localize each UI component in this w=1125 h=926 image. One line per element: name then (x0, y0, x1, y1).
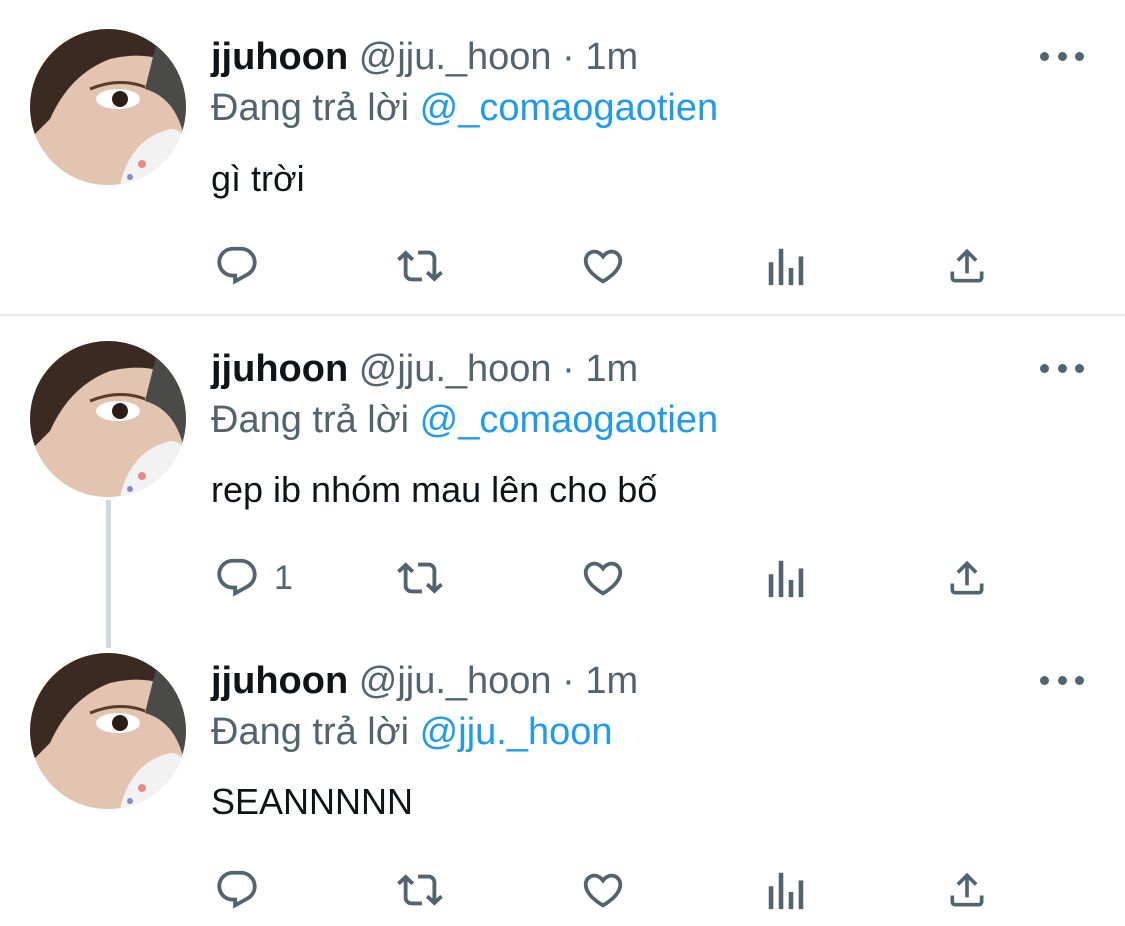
share-button[interactable] (945, 553, 989, 603)
like-button[interactable] (579, 553, 627, 603)
share-icon (950, 248, 984, 283)
more-icon-dot (1075, 363, 1084, 373)
retweet-icon (397, 874, 443, 906)
reply-prefix: Đang trả lời (211, 399, 410, 441)
retweet-icon (397, 250, 443, 282)
more-icon (1040, 363, 1049, 373)
avatar-photo (30, 29, 186, 185)
reply-button[interactable] (214, 865, 274, 915)
tweet-text: rep ib nhóm mau lên cho bố (211, 469, 658, 510)
timestamp[interactable]: 1m (585, 348, 638, 390)
timestamp[interactable]: 1m (585, 36, 638, 78)
tweet-1[interactable]: jjuhoon @jju._hoon · 1m Đang trả lời @_c… (0, 0, 1125, 314)
share-icon (950, 560, 984, 595)
more-options-button[interactable] (1040, 358, 1084, 378)
retweet-button[interactable] (391, 553, 449, 603)
heart-icon (583, 561, 623, 596)
share-button[interactable] (945, 865, 989, 915)
tweet-header: jjuhoon @jju._hoon · 1m (211, 346, 638, 392)
tweet-2[interactable]: jjuhoon @jju._hoon · 1m Đang trả lời @_c… (0, 316, 1125, 646)
timestamp[interactable]: 1m (585, 660, 638, 702)
action-bar: 1 (0, 553, 1125, 603)
thread-connector-line (106, 500, 111, 648)
reply-button[interactable]: 1 (214, 553, 293, 603)
tweet-text: SEANNNNN (211, 781, 414, 822)
avatar[interactable] (30, 653, 186, 809)
avatar[interactable] (30, 341, 186, 497)
reply-context: Đang trả lời @jju._hoon (211, 709, 613, 755)
reply-icon (217, 558, 257, 597)
heart-icon (583, 249, 623, 284)
separator-dot: · (562, 348, 575, 390)
retweet-icon (397, 562, 443, 594)
display-name[interactable]: jjuhoon (211, 660, 348, 702)
avatar[interactable] (30, 29, 186, 185)
reply-context: Đang trả lời @_comaogaotien (211, 397, 718, 443)
like-button[interactable] (579, 865, 627, 915)
more-icon (1040, 675, 1049, 685)
tweet-header: jjuhoon @jju._hoon · 1m (211, 658, 638, 704)
share-button[interactable] (945, 241, 989, 291)
more-options-button[interactable] (1040, 670, 1084, 690)
analytics-button[interactable] (766, 865, 806, 915)
action-bar (0, 865, 1125, 915)
display-name[interactable]: jjuhoon (211, 36, 348, 78)
reply-icon (217, 870, 257, 909)
more-icon-dot (1057, 363, 1067, 373)
reply-prefix: Đang trả lời (211, 711, 410, 753)
avatar-photo (30, 341, 186, 497)
more-icon-dot (1075, 51, 1084, 61)
user-handle[interactable]: @jju._hoon (359, 660, 552, 702)
analytics-icon (768, 560, 804, 598)
more-icon (1040, 51, 1049, 61)
reply-context: Đang trả lời @_comaogaotien (211, 85, 718, 131)
user-handle[interactable]: @jju._hoon (359, 348, 552, 390)
more-icon-dot (1057, 675, 1067, 685)
reply-button[interactable] (214, 241, 274, 291)
avatar-photo (30, 653, 186, 809)
more-icon-dot (1057, 51, 1067, 61)
analytics-icon (768, 248, 804, 286)
user-handle[interactable]: @jju._hoon (359, 36, 552, 78)
reply-icon (217, 246, 257, 285)
tweet-3[interactable]: jjuhoon @jju._hoon · 1m Đang trả lời @jj… (0, 628, 1125, 926)
heart-icon (583, 873, 623, 908)
mention-link[interactable]: @jju._hoon (420, 711, 613, 753)
reply-count: 1 (274, 559, 293, 597)
like-button[interactable] (579, 241, 627, 291)
mention-link[interactable]: @_comaogaotien (420, 87, 718, 129)
more-icon-dot (1075, 675, 1084, 685)
retweet-button[interactable] (391, 241, 449, 291)
share-icon (950, 872, 984, 907)
separator-dot: · (562, 36, 575, 78)
reply-prefix: Đang trả lời (211, 87, 410, 129)
action-bar (0, 241, 1125, 291)
tweet-text: gì trời (211, 158, 305, 199)
analytics-button[interactable] (766, 553, 806, 603)
retweet-button[interactable] (391, 865, 449, 915)
mention-link[interactable]: @_comaogaotien (420, 399, 718, 441)
tweet-header: jjuhoon @jju._hoon · 1m (211, 34, 638, 80)
display-name[interactable]: jjuhoon (211, 348, 348, 390)
analytics-button[interactable] (766, 241, 806, 291)
separator-dot: · (562, 660, 575, 702)
more-options-button[interactable] (1040, 46, 1084, 66)
analytics-icon (768, 872, 804, 910)
